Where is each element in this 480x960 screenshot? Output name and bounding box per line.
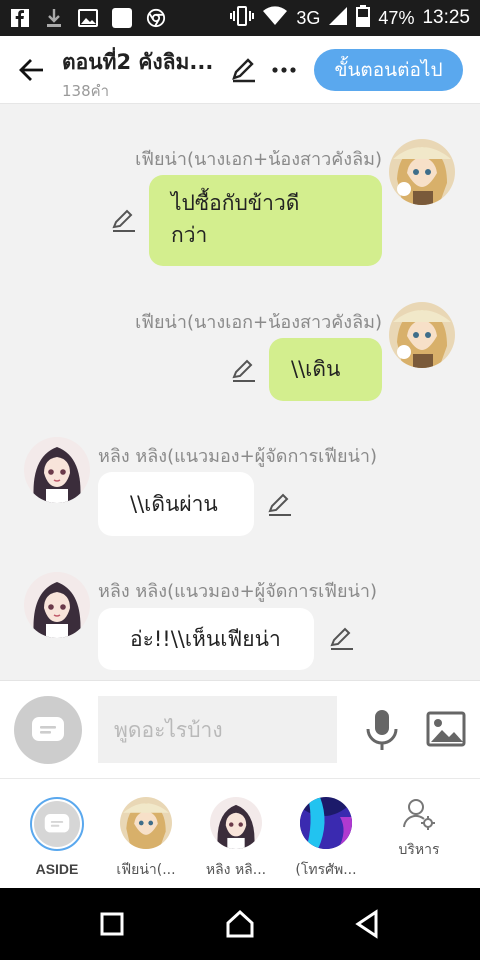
character-ling[interactable]: หลิง หลิ... [191, 797, 281, 881]
gallery-icon [78, 8, 98, 28]
avatar-ling [210, 797, 262, 849]
avatar-fiana[interactable] [389, 139, 455, 205]
character-aside[interactable]: ASIDE [12, 797, 102, 877]
next-step-button[interactable]: ขั้นตอนต่อไป [314, 49, 463, 91]
pencil-icon [232, 58, 255, 83]
pencil-icon[interactable] [110, 206, 138, 234]
pencil-icon[interactable] [230, 356, 258, 384]
header: ตอนที่2 คังลิม... 138คำ ขั้นตอนต่อไป [0, 36, 480, 104]
manage-characters-button[interactable]: บริหาร [374, 797, 464, 861]
character-fiana[interactable]: เฟียน่า(... [101, 797, 191, 881]
speaker-name: หลิง หลิง(แนวมอง+ผู้จัดการเฟียน่า) [98, 581, 378, 602]
message-line: \\เดิน [291, 357, 341, 381]
message-input[interactable] [98, 696, 337, 763]
arrow-left-icon [19, 59, 43, 81]
character-label: ASIDE [35, 861, 79, 877]
aside-avatar [30, 797, 84, 851]
message-line: กว่า [171, 223, 208, 247]
user-settings-icon [403, 799, 435, 830]
avatar-ling[interactable] [24, 572, 90, 638]
more-options-button[interactable] [268, 54, 300, 86]
chat-area[interactable]: เฟียน่า(นางเอก+น้องสาวคังลิม) ไปซื้อกับข… [0, 104, 480, 680]
home-icon[interactable] [224, 908, 256, 940]
message-line: อ่ะ!!\\เห็นเฟียน่า [130, 627, 281, 651]
avatar-phone [300, 797, 352, 849]
chat-bubble-icon [32, 717, 64, 741]
character-phone[interactable]: (โทรศัพ... [281, 797, 371, 881]
download-icon [44, 8, 64, 28]
battery-level: 47% [378, 7, 415, 28]
message-bubble[interactable]: \\เดินผ่าน [98, 472, 254, 536]
image-icon[interactable] [426, 711, 466, 747]
avatar-fiana [120, 797, 172, 849]
pencil-icon[interactable] [328, 624, 356, 652]
avatar-ling[interactable] [24, 437, 90, 503]
edit-title-button[interactable] [228, 54, 260, 86]
input-bar [0, 680, 480, 778]
avatar-fiana[interactable] [389, 302, 455, 368]
network-type: 3G [296, 7, 321, 28]
vibrate-icon [230, 5, 255, 31]
message-bubble[interactable]: ไปซื้อกับข้าวดี กว่า [149, 175, 382, 266]
wifi-icon [262, 5, 288, 31]
status-bar: 3G 47% 13:25 [0, 0, 480, 36]
character-label: เฟียน่า(... [116, 862, 176, 878]
message-bubble[interactable]: \\เดิน [269, 338, 382, 401]
page-title: ตอนที่2 คังลิม... [62, 50, 214, 74]
chrome-icon [146, 8, 166, 28]
speaker-name: เฟียน่า(นางเอก+น้องสาวคังลิม) [135, 149, 382, 170]
recent-apps-icon[interactable] [96, 908, 128, 940]
clock: 13:25 [422, 7, 470, 28]
character-label: บริหาร [398, 842, 440, 858]
pencil-icon[interactable] [266, 490, 294, 518]
message-line: \\เดินผ่าน [130, 492, 218, 516]
character-label: (โทรศัพ... [295, 862, 357, 878]
system-nav-bar [0, 888, 480, 960]
more-dots-icon [272, 67, 296, 73]
back-nav-icon[interactable] [352, 908, 384, 940]
message-bubble[interactable]: อ่ะ!!\\เห็นเฟียน่า [98, 608, 314, 670]
message-line: ไปซื้อกับข้าวดี [171, 191, 300, 215]
chat-bubble-icon [44, 814, 70, 833]
back-button[interactable] [14, 52, 50, 88]
microphone-icon[interactable] [364, 709, 400, 751]
app-icon [112, 8, 132, 28]
character-bar: ASIDE เฟียน่า(... หลิง หลิ... (โทรศัพ...… [0, 778, 480, 888]
word-count: 138คำ [62, 82, 110, 100]
speaker-name: เฟียน่า(นางเอก+น้องสาวคังลิม) [135, 312, 382, 333]
signal-icon [328, 6, 348, 31]
battery-icon [356, 4, 371, 32]
speaker-name: หลิง หลิง(แนวมอง+ผู้จัดการเฟียน่า) [98, 446, 378, 467]
facebook-icon [10, 8, 30, 28]
aside-toggle-button[interactable] [14, 696, 82, 764]
character-label: หลิง หลิ... [205, 862, 267, 878]
